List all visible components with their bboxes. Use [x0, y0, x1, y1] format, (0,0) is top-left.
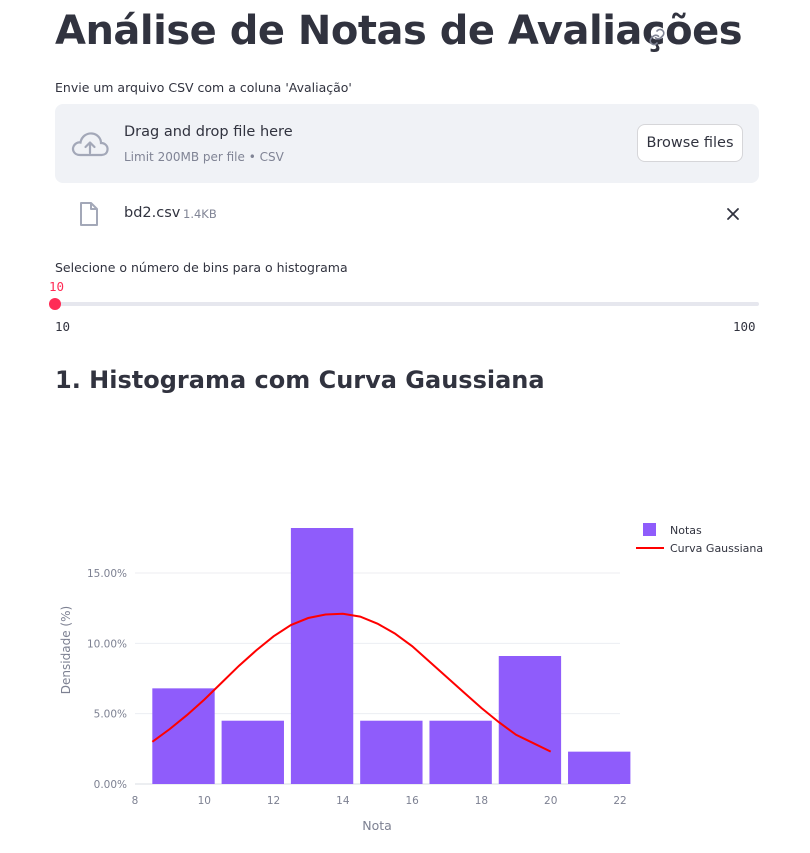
y-tick-label: 5.00% [94, 709, 127, 721]
y-tick-label: 10.00% [87, 638, 127, 650]
histogram-chart: 8 10 12 14 16 18 20 22 0.00% 5.00% 10.00% 15.00% N… [59, 523, 763, 833]
bins-slider-min: 10 [55, 319, 71, 334]
histogram-bar[interactable] [360, 720, 423, 784]
histogram-bar[interactable] [568, 751, 631, 784]
browse-files-button[interactable]: Browse files [637, 124, 743, 162]
histogram-bar[interactable] [498, 656, 562, 784]
link-icon[interactable] [648, 28, 666, 46]
bins-slider-label: Selecione o número de bins para o histog… [55, 260, 348, 275]
histogram-bar[interactable] [429, 720, 492, 784]
bins-slider-track[interactable] [55, 302, 759, 306]
legend-label-notas: Notas [670, 524, 702, 537]
y-tick-label: 0.00% [94, 779, 127, 791]
legend-swatch-notas [643, 523, 656, 536]
cloud-upload-icon [71, 132, 109, 157]
chart-legend: Notas Curva Gaussiana [636, 523, 763, 555]
histogram-bar[interactable] [221, 720, 284, 784]
x-tick-label: 16 [405, 795, 419, 807]
uploaded-file-size: 1.4KB [183, 207, 217, 221]
uploaded-file-name: bd2.csv [124, 205, 181, 221]
y-axis-label: Densidade (%) [59, 606, 73, 694]
x-tick-label: 12 [267, 795, 280, 807]
x-axis-label: Nota [362, 818, 392, 833]
section-title: 1. Histograma com Curva Gaussiana [55, 366, 545, 394]
bins-slider-value: 10 [49, 279, 65, 294]
upload-label: Envie um arquivo CSV com a coluna 'Avali… [55, 80, 352, 95]
page-title: Análise de Notas de Avaliações [55, 8, 743, 54]
y-tick-label: 15.00% [87, 568, 127, 580]
close-icon[interactable] [724, 205, 742, 223]
bins-slider-handle[interactable] [49, 298, 61, 310]
dropzone-limit: Limit 200MB per file • CSV [124, 150, 284, 164]
x-tick-label: 20 [544, 795, 557, 807]
x-tick-label: 14 [336, 795, 350, 807]
x-tick-label: 8 [132, 795, 139, 807]
x-tick-label: 22 [613, 795, 626, 807]
x-tick-label: 18 [475, 795, 488, 807]
bins-slider-max: 100 [733, 319, 756, 334]
legend-label-curva: Curva Gaussiana [670, 542, 763, 555]
histogram-bar[interactable] [290, 528, 354, 784]
x-tick-label: 10 [198, 795, 211, 807]
dropzone-title: Drag and drop file here [124, 124, 293, 140]
file-icon [80, 202, 98, 226]
